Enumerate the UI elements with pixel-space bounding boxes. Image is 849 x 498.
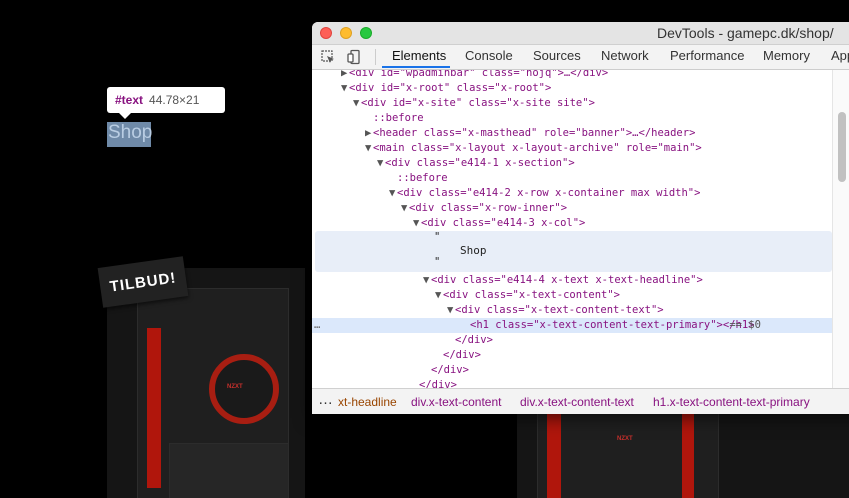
- dom-node[interactable]: ▼ <div class="x-text-content">: [312, 288, 849, 303]
- breadcrumb-item[interactable]: h1.x-text-content-text-primary: [653, 395, 810, 409]
- devtools-toolbar: Elements Console Sources Network Perform…: [312, 45, 849, 70]
- dom-tree[interactable]: ▶ <div id="wpadminbar" class="nojq">…</di…: [312, 70, 849, 390]
- tab-sources[interactable]: Sources: [533, 48, 581, 63]
- tab-network[interactable]: Network: [601, 48, 649, 63]
- toolbar-separator: [375, 49, 376, 65]
- zoom-window-button[interactable]: [360, 27, 372, 39]
- dom-node[interactable]: </div>: [312, 363, 849, 378]
- dom-node[interactable]: ▼ <div class="e414-2 x-row x-container ma…: [312, 186, 849, 201]
- breadcrumb-item[interactable]: div.x-text-content-text: [520, 395, 634, 409]
- tooltip-node-type: #text: [115, 93, 144, 107]
- pseudo-element[interactable]: ::before: [312, 171, 849, 186]
- devtools-window: DevTools - gamepc.dk/shop/ Elements Cons…: [312, 22, 849, 414]
- breadcrumb: … xt-headline div.x-text-content div.x-t…: [312, 388, 849, 414]
- close-window-button[interactable]: [320, 27, 332, 39]
- dom-node[interactable]: ▼ <div class="e414-4 x-text x-text-headli…: [312, 273, 849, 288]
- dom-node[interactable]: ▼ <div id="x-site" class="x-site site">: [312, 96, 849, 111]
- tooltip-dimensions: 44.78×21: [149, 93, 200, 107]
- inspect-element-icon[interactable]: [320, 49, 336, 65]
- dom-node[interactable]: ▶ <div id="wpadminbar" class="nojq">…</di…: [312, 70, 849, 81]
- tab-memory[interactable]: Memory: [763, 48, 810, 63]
- window-title: DevTools - gamepc.dk/shop/: [657, 25, 834, 41]
- dom-node[interactable]: ▼ <div class="e414-1 x-section">: [312, 156, 849, 171]
- dom-node[interactable]: ▼ <div id="x-root" class="x-root">: [312, 81, 849, 96]
- pseudo-element[interactable]: ::before: [312, 111, 849, 126]
- dom-node[interactable]: ▼ <div class="x-text-content-text">: [312, 303, 849, 318]
- dom-node[interactable]: ▼ <div class="x-row-inner">: [312, 201, 849, 216]
- minimize-window-button[interactable]: [340, 27, 352, 39]
- breadcrumb-item[interactable]: div.x-text-content: [411, 395, 501, 409]
- page-heading: Shop: [108, 122, 153, 143]
- element-tooltip: #text 44.78×21: [107, 87, 225, 119]
- dom-node[interactable]: </div>: [312, 333, 849, 348]
- active-tab-indicator: [382, 66, 450, 68]
- tab-performance[interactable]: Performance: [670, 48, 744, 63]
- selected-dom-node[interactable]: … <h1 class="x-text-content-text-primary"…: [312, 318, 849, 333]
- title-bar: DevTools - gamepc.dk/shop/: [312, 22, 849, 45]
- tab-elements[interactable]: Elements: [392, 48, 446, 63]
- breadcrumb-overflow[interactable]: …: [318, 391, 333, 408]
- dom-node[interactable]: </div>: [312, 348, 849, 363]
- breadcrumb-item[interactable]: xt-headline: [338, 395, 397, 409]
- dom-node[interactable]: ▼ <main class="x-layout x-layout-archive"…: [312, 141, 849, 156]
- scrollbar-thumb[interactable]: [838, 112, 846, 182]
- tab-application[interactable]: App: [831, 48, 849, 63]
- dom-node[interactable]: ▼ <div class="e414-3 x-col">: [312, 216, 849, 231]
- device-toolbar-icon[interactable]: [346, 49, 362, 65]
- tab-console[interactable]: Console: [465, 48, 513, 63]
- dom-node[interactable]: ▶ <header class="x-masthead" role="banner…: [312, 126, 849, 141]
- text-node-shop[interactable]: " Shop ": [315, 231, 832, 272]
